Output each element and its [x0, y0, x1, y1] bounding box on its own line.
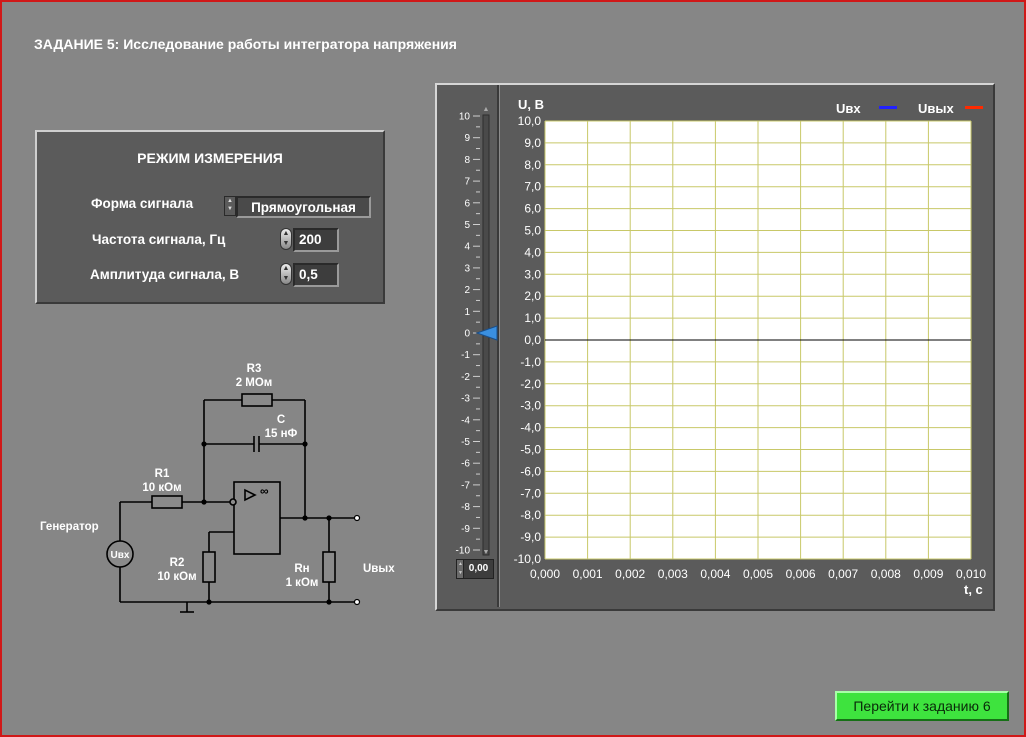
x-tick-label: 0,010: [956, 567, 986, 581]
y-tick-label: 4,0: [524, 245, 541, 259]
r1-label: R1: [155, 468, 170, 480]
r1-value: 10 кОм: [142, 482, 181, 494]
x-tick-labels: 0,000 0,001 0,002 0,003 0,004 0,005 0,006 0,007…: [530, 567, 986, 581]
y-tick-label: 1,0: [524, 311, 541, 325]
y-tick-label: -2,0: [520, 377, 541, 391]
slider-tick-label: -9: [461, 524, 470, 535]
x-tick-label: 0,006: [786, 567, 816, 581]
uin-generator-label: Uвх: [111, 550, 130, 561]
y-tick-label: -5,0: [520, 443, 541, 457]
uout-label: Uвых: [363, 563, 395, 575]
generator-label: Генератор: [40, 521, 99, 533]
y-tick-label: 8,0: [524, 158, 541, 172]
frequency-label: Частота сигнала, Гц: [92, 232, 226, 247]
x-tick-label: 0,008: [871, 567, 901, 581]
slider-up-arrow[interactable]: ▲: [483, 106, 490, 113]
x-tick-label: 0,003: [658, 567, 688, 581]
slider-tick-label: -2: [461, 372, 470, 383]
slider-tick-label: -6: [461, 459, 470, 470]
y-tick-label: -9,0: [520, 530, 541, 544]
frequency-input[interactable]: 200: [293, 228, 339, 252]
slider-tick-label: 3: [464, 263, 470, 274]
slider-tick-label: -8: [461, 502, 470, 513]
x-tick-label: 0,000: [530, 567, 560, 581]
slider-tick-label: 6: [464, 198, 470, 209]
rn-label: Rн: [294, 563, 309, 575]
slider-tick-label: 8: [464, 155, 470, 166]
slider-scale: 109876543210-1-2-3-4-5-6-7-8-9-10: [456, 112, 480, 557]
y-tick-label: 5,0: [524, 224, 541, 238]
slider-tick-label: 2: [464, 285, 470, 296]
signal-form-stepper[interactable]: ▲ ▼: [224, 196, 236, 216]
y-tick-label: 6,0: [524, 202, 541, 216]
y-tick-label: -4,0: [520, 421, 541, 435]
slider-tick-label: -1: [461, 350, 470, 361]
slider-tick-label: 9: [464, 133, 470, 144]
y-tick-label: 2,0: [524, 289, 541, 303]
signal-form-select[interactable]: Прямоугольная: [236, 196, 371, 218]
x-tick-label: 0,007: [828, 567, 858, 581]
legend-uin-label: Uвх: [836, 101, 861, 116]
page-title: ЗАДАНИЕ 5: Исследование работы интеграто…: [34, 36, 457, 52]
y-tick-label: 3,0: [524, 267, 541, 281]
slider-tick-label: -10: [456, 546, 471, 557]
slider-tick-label: -5: [461, 437, 470, 448]
x-tick-label: 0,004: [700, 567, 730, 581]
y-tick-label: -8,0: [520, 508, 541, 522]
r2-label: R2: [170, 557, 185, 569]
integrator-circuit-diagram: ∞ R3 2 МОм С 15 нФ R1 10 кОм R2 10 кОм R…: [40, 363, 395, 613]
r3-label: R3: [247, 363, 262, 375]
x-tick-label: 0,002: [615, 567, 645, 581]
legend-uout-swatch: [965, 106, 983, 109]
amplitude-input[interactable]: 0,5: [293, 263, 339, 287]
slider-tick-label: 5: [464, 220, 470, 231]
amplitude-stepper[interactable]: ▲ ▼: [280, 263, 292, 285]
measurement-mode-panel: РЕЖИМ ИЗМЕРЕНИЯ Форма сигнала ▲ ▼ Прямоуг…: [35, 130, 385, 304]
slider-tick-label: -3: [461, 394, 470, 405]
y-tick-label: 10,0: [518, 114, 542, 128]
slider-tick-label: 0: [464, 329, 470, 340]
x-tick-label: 0,001: [573, 567, 603, 581]
rn-value: 1 кОм: [286, 577, 319, 589]
c-label: С: [277, 414, 285, 426]
legend-uout-label: Uвых: [918, 101, 954, 116]
x-tick-label: 0,005: [743, 567, 773, 581]
r2-value: 10 кОм: [157, 571, 196, 583]
slider-tick-label: 1: [464, 307, 470, 318]
slider-tick-label: -7: [461, 480, 470, 491]
svg-text:∞: ∞: [260, 484, 269, 498]
signal-form-label: Форма сигнала: [91, 196, 194, 211]
x-axis-label: t, с: [964, 582, 983, 597]
slider-tick-label: 7: [464, 177, 470, 188]
y-tick-label: 7,0: [524, 180, 541, 194]
slider-value-input[interactable]: 0,00: [463, 559, 494, 579]
c-value: 15 нФ: [265, 428, 298, 440]
slider-tick-label: 4: [464, 242, 470, 253]
y-tick-label: 0,0: [524, 333, 541, 347]
frequency-stepper[interactable]: ▲ ▼: [280, 228, 292, 250]
y-tick-label: -10,0: [514, 552, 542, 566]
y-tick-label: -7,0: [520, 486, 541, 500]
voltage-chart: 10,0 9,0 8,0 7,0 6,0 5,0 4,0 3,0 2,0 1,0 0,0 -1,0 -2…: [456, 106, 987, 581]
x-tick-label: 0,009: [913, 567, 943, 581]
y-tick-label: -3,0: [520, 399, 541, 413]
y-tick-label: 9,0: [524, 136, 541, 150]
legend-uin-swatch: [879, 106, 897, 109]
slider-down-arrow[interactable]: ▼: [483, 549, 490, 556]
y-tick-labels: 10,0 9,0 8,0 7,0 6,0 5,0 4,0 3,0 2,0 1,0 0,0 -1,0 -2…: [514, 114, 542, 566]
slider-tick-label: -4: [461, 415, 470, 426]
amplitude-label: Амплитуда сигнала, В: [90, 267, 240, 282]
app-window: ЗАДАНИЕ 5: Исследование работы интеграто…: [0, 0, 1026, 737]
y-tick-label: -6,0: [520, 464, 541, 478]
r3-value: 2 МОм: [236, 377, 273, 389]
next-task-button[interactable]: Перейти к заданию 6: [835, 691, 1009, 721]
slider-tick-label: 10: [459, 112, 471, 123]
y-tick-label: -1,0: [520, 355, 541, 369]
mode-panel-title: РЕЖИМ ИЗМЕРЕНИЯ: [137, 150, 283, 166]
y-axis-label: U, В: [518, 97, 544, 112]
